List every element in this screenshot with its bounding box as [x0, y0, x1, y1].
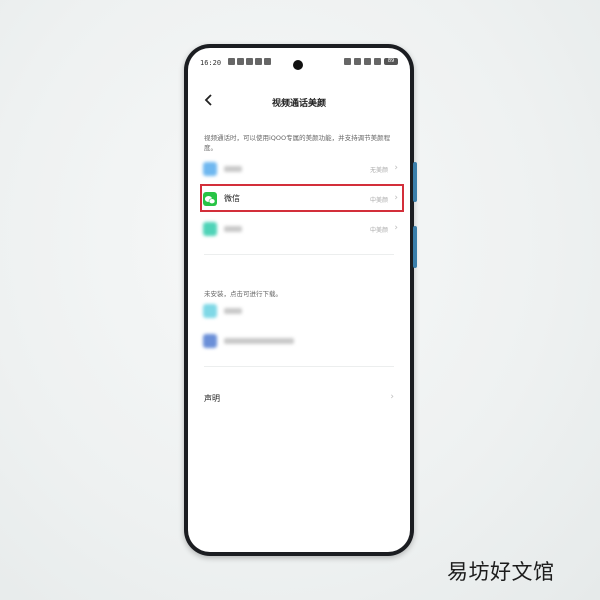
phone-screen: 16:20 89 视频通话美颜 视频通话时，可以使用iQOO专属的美颜功能，并支… [188, 48, 410, 552]
notification-icon [264, 58, 271, 65]
list-item-app-3[interactable]: 中美颜 › [188, 216, 410, 240]
list-item-app-1[interactable]: 无美颜 › [188, 156, 410, 180]
app-icon [203, 222, 217, 236]
system-status-icons: 89 [344, 58, 398, 65]
notification-icons [228, 58, 271, 65]
beauty-level: 中美颜 [369, 227, 388, 234]
list-item-uninstalled-1[interactable] [188, 298, 410, 322]
phone-frame: 16:20 89 视频通话美颜 视频通话时，可以使用iQOO专属的美颜功能，并支… [184, 44, 414, 556]
signal-icon [374, 58, 381, 65]
highlight-box [200, 184, 404, 212]
divider [204, 254, 394, 255]
front-camera [293, 60, 303, 70]
list-item-uninstalled-2[interactable] [188, 328, 410, 352]
chevron-right-icon: › [394, 163, 398, 173]
notification-icon [246, 58, 253, 65]
notification-icon [228, 58, 235, 65]
blurred-app-name [224, 338, 294, 344]
nfc-icon [344, 58, 351, 65]
battery-icon: 89 [384, 58, 398, 65]
divider [204, 366, 394, 367]
status-bar: 16:20 89 [188, 48, 410, 70]
volume-button [413, 162, 417, 202]
feature-description: 视频通话时，可以使用iQOO专属的美颜功能，并支持调节美颜程度。 [204, 134, 391, 152]
watermark-text: 易坊好文馆 [447, 560, 555, 584]
app-icon [203, 162, 217, 176]
power-button [413, 226, 417, 268]
chevron-right-icon: › [394, 223, 398, 233]
notification-icon [237, 58, 244, 65]
notification-icon [255, 58, 262, 65]
chevron-right-icon[interactable]: › [390, 392, 394, 402]
app-icon [203, 304, 217, 318]
nav-bar: 视频通话美颜 [188, 88, 410, 112]
blurred-app-name [224, 166, 242, 172]
beauty-level: 无美颜 [369, 167, 388, 174]
wifi-icon [364, 58, 371, 65]
vibrate-icon [354, 58, 361, 65]
statement-label[interactable]: 声明 [204, 393, 220, 404]
blurred-app-name [224, 226, 242, 232]
blurred-app-name [224, 308, 242, 314]
app-icon [203, 334, 217, 348]
status-time: 16:20 [200, 59, 222, 67]
page-title: 视频通话美颜 [271, 99, 326, 109]
not-installed-label: 未安装，点击可进行下载。 [204, 290, 282, 298]
